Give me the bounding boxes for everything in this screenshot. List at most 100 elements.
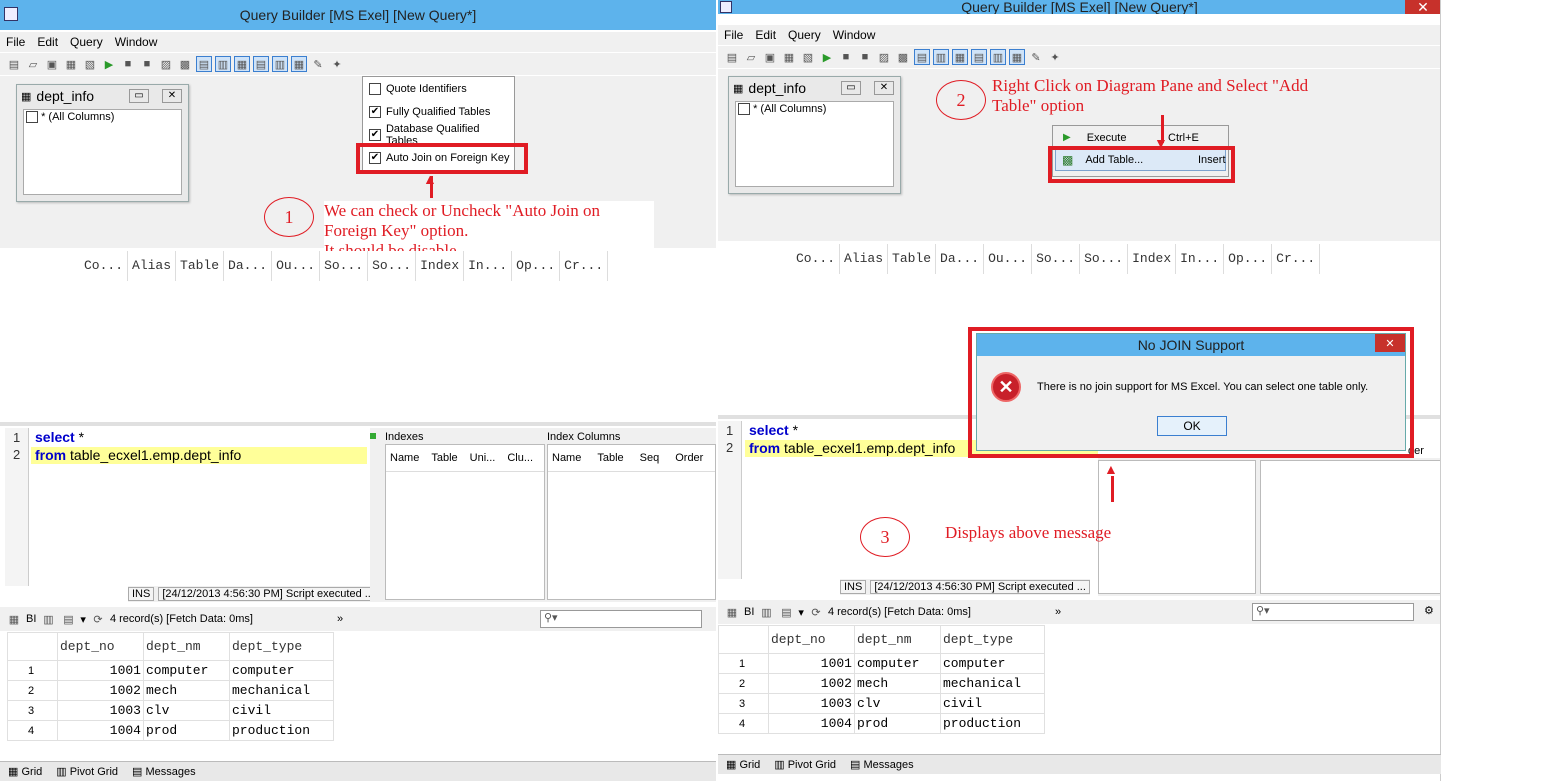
minimize-button[interactable]: ▭ xyxy=(841,81,861,95)
cell[interactable]: production xyxy=(940,713,1045,734)
dialog-close-button[interactable]: ✕ xyxy=(1375,334,1405,352)
cell[interactable]: clv xyxy=(854,693,941,714)
stop-icon[interactable]: ■ xyxy=(120,56,136,72)
option-quote-identifiers[interactable]: Quote Identifiers xyxy=(363,77,514,100)
col-header[interactable]: Seq xyxy=(640,452,660,464)
col-header[interactable]: So... xyxy=(1032,244,1081,274)
stop-icon[interactable]: ■ xyxy=(838,49,854,65)
col-header[interactable]: Ou... xyxy=(272,251,321,281)
all-columns-checkbox[interactable] xyxy=(738,103,750,116)
splitter[interactable] xyxy=(0,422,716,426)
cell[interactable]: prod xyxy=(854,713,941,734)
col-header[interactable]: dept_nm xyxy=(854,625,941,654)
cell[interactable]: 1003 xyxy=(57,700,144,721)
save-all-icon[interactable]: ▦ xyxy=(781,49,797,65)
col-header[interactable]: In... xyxy=(464,251,513,281)
tab-messages[interactable]: ▤ Messages xyxy=(850,758,914,771)
clear-icon[interactable]: ✎ xyxy=(310,56,326,72)
cell[interactable]: production xyxy=(229,720,334,741)
cell[interactable]: computer xyxy=(940,653,1045,674)
col-header[interactable]: Co... xyxy=(80,251,129,281)
col-header[interactable]: Cr... xyxy=(560,251,609,281)
col-header[interactable]: So... xyxy=(320,251,369,281)
col-header[interactable]: So... xyxy=(368,251,417,281)
tab-grid[interactable]: ▦ Grid xyxy=(8,765,42,778)
export-icon[interactable]: ▤ xyxy=(778,604,794,620)
index-columns-grid[interactable] xyxy=(1260,460,1441,594)
chart-icon[interactable]: ▥ xyxy=(40,611,56,627)
sql-pane-icon[interactable]: ▦ xyxy=(234,56,250,72)
col-header[interactable]: Da... xyxy=(224,251,273,281)
add-table-icon[interactable]: ▩ xyxy=(895,49,911,65)
tools-icon[interactable]: ✦ xyxy=(1047,49,1063,65)
col-header[interactable]: dept_no xyxy=(768,625,855,654)
ok-button[interactable]: OK xyxy=(1157,416,1227,436)
menu-file[interactable]: File xyxy=(0,35,31,49)
open-folder-icon[interactable]: ▱ xyxy=(25,56,41,72)
cell[interactable]: prod xyxy=(143,720,230,741)
cell[interactable]: 1002 xyxy=(768,673,855,694)
open-folder-icon[interactable]: ▱ xyxy=(743,49,759,65)
col-header[interactable]: Alias xyxy=(128,251,177,281)
pause-icon[interactable]: ■ xyxy=(857,49,873,65)
search-input[interactable]: ⚲▾ xyxy=(540,610,702,628)
col-header[interactable]: Order xyxy=(675,452,703,464)
options-icon[interactable]: ▥ xyxy=(272,56,288,72)
bi-icon[interactable]: ▦ xyxy=(6,611,22,627)
table-box-dept-info[interactable]: ▦ dept_info ▭ ✕ * (All Columns) xyxy=(728,76,901,194)
cell[interactable]: civil xyxy=(940,693,1045,714)
col-header[interactable]: Op... xyxy=(512,251,561,281)
save-icon[interactable]: ▣ xyxy=(762,49,778,65)
index-columns-grid[interactable]: Name Table Seq Order xyxy=(547,444,716,600)
col-header[interactable]: dept_nm xyxy=(143,632,230,661)
result-pane-icon[interactable]: ▤ xyxy=(971,49,987,65)
table-row[interactable]: 1 1001 computer computer xyxy=(718,653,1045,674)
dropdown-icon[interactable]: ▾ xyxy=(798,606,804,619)
cell[interactable]: computer xyxy=(854,653,941,674)
col-header[interactable]: Name xyxy=(552,452,581,464)
sql-pane-icon[interactable]: ▦ xyxy=(952,49,968,65)
chevrons-icon[interactable]: » xyxy=(337,613,343,625)
col-header[interactable]: Op... xyxy=(1224,244,1273,274)
menu-edit[interactable]: Edit xyxy=(749,28,782,42)
col-header[interactable]: dept_no xyxy=(57,632,144,661)
refresh-icon[interactable]: ⟳ xyxy=(808,604,824,620)
refresh-icon[interactable]: ⟳ xyxy=(90,611,106,627)
tab-pivot-grid[interactable]: ▥ Pivot Grid xyxy=(56,765,118,778)
options-icon[interactable]: ▥ xyxy=(990,49,1006,65)
pause-icon[interactable]: ■ xyxy=(139,56,155,72)
properties-icon[interactable]: ▧ xyxy=(82,56,98,72)
execute-icon[interactable]: ▶ xyxy=(101,56,117,72)
dropdown-icon[interactable]: ▾ xyxy=(80,613,86,626)
col-header[interactable]: Ou... xyxy=(984,244,1033,274)
save-icon[interactable]: ▣ xyxy=(44,56,60,72)
col-header[interactable]: Index xyxy=(416,251,465,281)
result-pane-icon[interactable]: ▤ xyxy=(253,56,269,72)
diagram-pane-icon[interactable]: ▤ xyxy=(914,49,930,65)
cell[interactable]: 1004 xyxy=(57,720,144,741)
col-header[interactable]: Da... xyxy=(936,244,985,274)
col-header[interactable]: Uni... xyxy=(470,452,496,464)
sql-editor[interactable]: 1 2 select * from table_ecxel1.emp.dept_… xyxy=(5,428,367,586)
table-row[interactable]: 4 1004 prod production xyxy=(7,720,334,741)
cell[interactable]: 1001 xyxy=(57,660,144,681)
minimize-button[interactable]: ▭ xyxy=(129,89,149,103)
results-grid[interactable]: dept_no dept_nm dept_type 1 1001 computer c… xyxy=(7,632,334,741)
menu-query[interactable]: Query xyxy=(64,35,109,49)
col-header[interactable]: dept_type xyxy=(229,632,334,661)
col-header[interactable]: Name xyxy=(390,452,419,464)
menu-query[interactable]: Query xyxy=(782,28,827,42)
col-header[interactable]: Cr... xyxy=(1272,244,1321,274)
properties-icon[interactable]: ▧ xyxy=(800,49,816,65)
new-query-icon[interactable]: ▤ xyxy=(724,49,740,65)
fully-qualified-checkbox[interactable]: ✔ xyxy=(369,105,381,118)
add-table-icon[interactable]: ▩ xyxy=(177,56,193,72)
new-query-icon[interactable]: ▤ xyxy=(6,56,22,72)
indexes-grid[interactable]: Name Table Uni... Clu... xyxy=(385,444,545,600)
table-row[interactable]: 3 1003 clv civil xyxy=(718,693,1045,714)
table-box-dept-info[interactable]: ▦ dept_info ▭ ✕ * (All Columns) xyxy=(16,84,189,202)
tab-messages[interactable]: ▤ Messages xyxy=(132,765,196,778)
table-row[interactable]: 4 1004 prod production xyxy=(718,713,1045,734)
col-header[interactable]: So... xyxy=(1080,244,1129,274)
menu-edit[interactable]: Edit xyxy=(31,35,64,49)
